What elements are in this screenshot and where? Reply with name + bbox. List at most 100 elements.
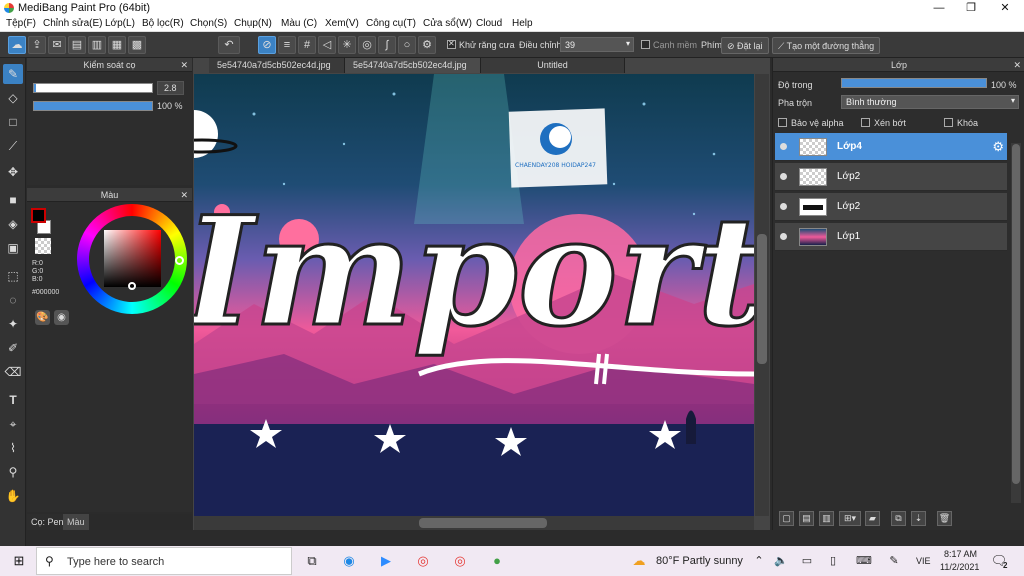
menu-edit[interactable]: Chỉnh sửa(E) bbox=[43, 18, 103, 29]
eye-icon[interactable] bbox=[780, 143, 787, 150]
hand-tool-icon[interactable]: ✋ bbox=[3, 486, 23, 506]
select-rect-tool-icon[interactable]: ⬚ bbox=[3, 266, 23, 286]
color-picker-cursor[interactable] bbox=[128, 282, 136, 290]
duplicate-layer-icon[interactable]: ⧉ bbox=[891, 511, 906, 526]
layer-row[interactable]: Lớp2 bbox=[775, 193, 1007, 221]
artwork-canvas[interactable]: Importan CHAENDAY208 HOIDAP247 bbox=[194, 74, 754, 516]
chevron-up-icon[interactable]: ⌃ bbox=[750, 552, 768, 570]
fill-rect-tool-icon[interactable]: ■ bbox=[3, 190, 23, 210]
folder-icon[interactable]: ▰ bbox=[865, 511, 880, 526]
radial-snap-icon[interactable]: ✳ bbox=[338, 36, 356, 54]
protect-alpha-checkbox[interactable] bbox=[778, 118, 787, 127]
keyboard-icon[interactable]: ⌨ bbox=[855, 552, 873, 570]
document-tab[interactable]: Untitled bbox=[481, 58, 625, 73]
panel-close-icon[interactable]: ✕ bbox=[180, 188, 188, 202]
parallel-snap-icon[interactable]: ≡ bbox=[278, 36, 296, 54]
menu-file[interactable]: Tệp(F) bbox=[6, 18, 36, 29]
layer-scrollbar[interactable] bbox=[1011, 143, 1021, 503]
select-pen-tool-icon[interactable]: ✐ bbox=[3, 338, 23, 358]
zoom-icon[interactable]: ▶ bbox=[377, 552, 395, 570]
new-layer-icon[interactable]: ▢ bbox=[779, 511, 794, 526]
menu-color[interactable]: Màu (C) bbox=[281, 18, 317, 29]
close-button[interactable]: ✕ bbox=[990, 0, 1020, 17]
circle-snap-icon[interactable]: ○ bbox=[398, 36, 416, 54]
select-eraser-tool-icon[interactable]: ⌫ bbox=[3, 362, 23, 382]
move-tool-icon[interactable]: ✥ bbox=[3, 162, 23, 182]
clock-time[interactable]: 8:17 AM bbox=[944, 549, 977, 559]
panel-close-icon[interactable]: ✕ bbox=[1013, 58, 1021, 72]
lock-checkbox[interactable] bbox=[944, 118, 953, 127]
brush-size-value[interactable]: 2.8 bbox=[157, 81, 184, 95]
brush-opacity-slider[interactable] bbox=[33, 101, 153, 111]
clipping-checkbox[interactable] bbox=[861, 118, 870, 127]
curve-snap-icon[interactable]: ∫ bbox=[378, 36, 396, 54]
new-halftone-layer-icon[interactable]: ▤ bbox=[799, 511, 814, 526]
tab-color[interactable]: Màu bbox=[63, 514, 89, 530]
layer-row[interactable]: Lớp2 bbox=[775, 163, 1007, 191]
pen-icon[interactable]: ✎ bbox=[885, 552, 903, 570]
adjust-select[interactable]: 39 ▾ bbox=[560, 37, 634, 52]
brush-tool-icon[interactable]: ✎ bbox=[3, 64, 23, 84]
vertical-scrollbar[interactable] bbox=[755, 74, 769, 516]
vanishing-snap-icon[interactable]: ◁ bbox=[318, 36, 336, 54]
settings-snap-icon[interactable]: ⚙ bbox=[418, 36, 436, 54]
menu-view[interactable]: Xem(V) bbox=[325, 18, 359, 29]
tab-pen[interactable]: Cọ: Pen bbox=[27, 514, 68, 530]
blend-mode-select[interactable]: Bình thường ▾ bbox=[841, 95, 1019, 109]
gradient-tool-icon[interactable]: ▣ bbox=[3, 238, 23, 258]
undo-icon[interactable]: ↶ bbox=[218, 36, 240, 54]
no-snap-icon[interactable]: ⊘ bbox=[258, 36, 276, 54]
clock-date[interactable]: 11/2/2021 bbox=[940, 562, 979, 572]
minimize-button[interactable]: — bbox=[924, 0, 954, 17]
color-history-icon[interactable]: ◉ bbox=[54, 310, 69, 325]
chrome-profile-icon[interactable]: ◎ bbox=[451, 552, 469, 570]
eyedropper-tool-icon[interactable]: ⚲ bbox=[3, 462, 23, 482]
horizontal-scrollbar[interactable] bbox=[194, 516, 754, 530]
horizontal-scroll-thumb[interactable] bbox=[419, 518, 547, 528]
menu-select[interactable]: Chọn(S) bbox=[190, 18, 227, 29]
document-icon[interactable]: ▥ bbox=[88, 36, 106, 54]
blur-tool-icon[interactable]: ⌇ bbox=[3, 438, 23, 458]
grid-snap-icon[interactable]: # bbox=[298, 36, 316, 54]
restore-button[interactable]: ❐ bbox=[956, 0, 986, 17]
brush-size-slider[interactable] bbox=[33, 83, 153, 93]
foreground-color-swatch[interactable] bbox=[31, 208, 46, 223]
eraser-tool-icon[interactable]: ◇ bbox=[3, 88, 23, 108]
document-tab[interactable]: 5e54740a7d5cb502ec4d.jpg bbox=[345, 58, 481, 73]
menu-capture[interactable]: Chụp(N) bbox=[234, 18, 272, 29]
medibang-taskbar-icon[interactable]: ● bbox=[488, 552, 506, 570]
gear-icon[interactable]: ⚙ bbox=[992, 139, 1004, 155]
bucket-tool-icon[interactable]: ◈ bbox=[3, 214, 23, 234]
menu-help[interactable]: Help bbox=[512, 18, 533, 29]
battery-icon[interactable]: ▯ bbox=[824, 552, 842, 570]
layer-scroll-thumb[interactable] bbox=[1012, 144, 1020, 484]
language-indicator[interactable]: VIE bbox=[916, 556, 931, 566]
lasso-tool-icon[interactable]: ◌ bbox=[3, 290, 23, 310]
antialias-checkbox[interactable] bbox=[447, 39, 456, 49]
text-tool-icon[interactable]: T bbox=[3, 390, 23, 410]
chat-icon[interactable]: ▤ bbox=[68, 36, 86, 54]
layer-row[interactable]: Lớp4 ⚙ bbox=[775, 133, 1007, 161]
eye-icon[interactable] bbox=[780, 173, 787, 180]
straight-line-button[interactable]: ⟋ Tạo một đường thẳng bbox=[772, 37, 881, 54]
grid-layout-icon[interactable]: ▩ bbox=[128, 36, 146, 54]
network-icon[interactable]: ▭ bbox=[798, 552, 816, 570]
weather-text[interactable]: 80°F Partly sunny bbox=[656, 555, 743, 567]
menu-window[interactable]: Cửa sổ(W) bbox=[423, 18, 472, 29]
menu-tools[interactable]: Công cụ(T) bbox=[366, 18, 416, 29]
menu-layer[interactable]: Lớp(L) bbox=[105, 18, 135, 29]
concentric-snap-icon[interactable]: ◎ bbox=[358, 36, 376, 54]
delete-layer-icon[interactable]: 🗑 bbox=[937, 511, 952, 526]
rectangle-tool-icon[interactable]: □ bbox=[3, 112, 23, 132]
reset-button[interactable]: ⊘ Đặt lại bbox=[721, 37, 769, 54]
speaker-icon[interactable]: 🔈 bbox=[772, 552, 790, 570]
windows-start-icon[interactable]: ⊞ bbox=[10, 552, 28, 570]
palette-icon[interactable]: 🎨 bbox=[35, 310, 50, 325]
add-layer-menu-icon[interactable]: ⊞▾ bbox=[839, 511, 861, 526]
merge-layer-icon[interactable]: ⇣ bbox=[911, 511, 926, 526]
eye-icon[interactable] bbox=[780, 203, 787, 210]
vertical-scroll-thumb[interactable] bbox=[757, 234, 767, 364]
new-8bit-layer-icon[interactable]: ▥ bbox=[819, 511, 834, 526]
menu-cloud[interactable]: Cloud bbox=[476, 18, 502, 29]
cloud-icon[interactable]: ☁ bbox=[8, 36, 26, 54]
